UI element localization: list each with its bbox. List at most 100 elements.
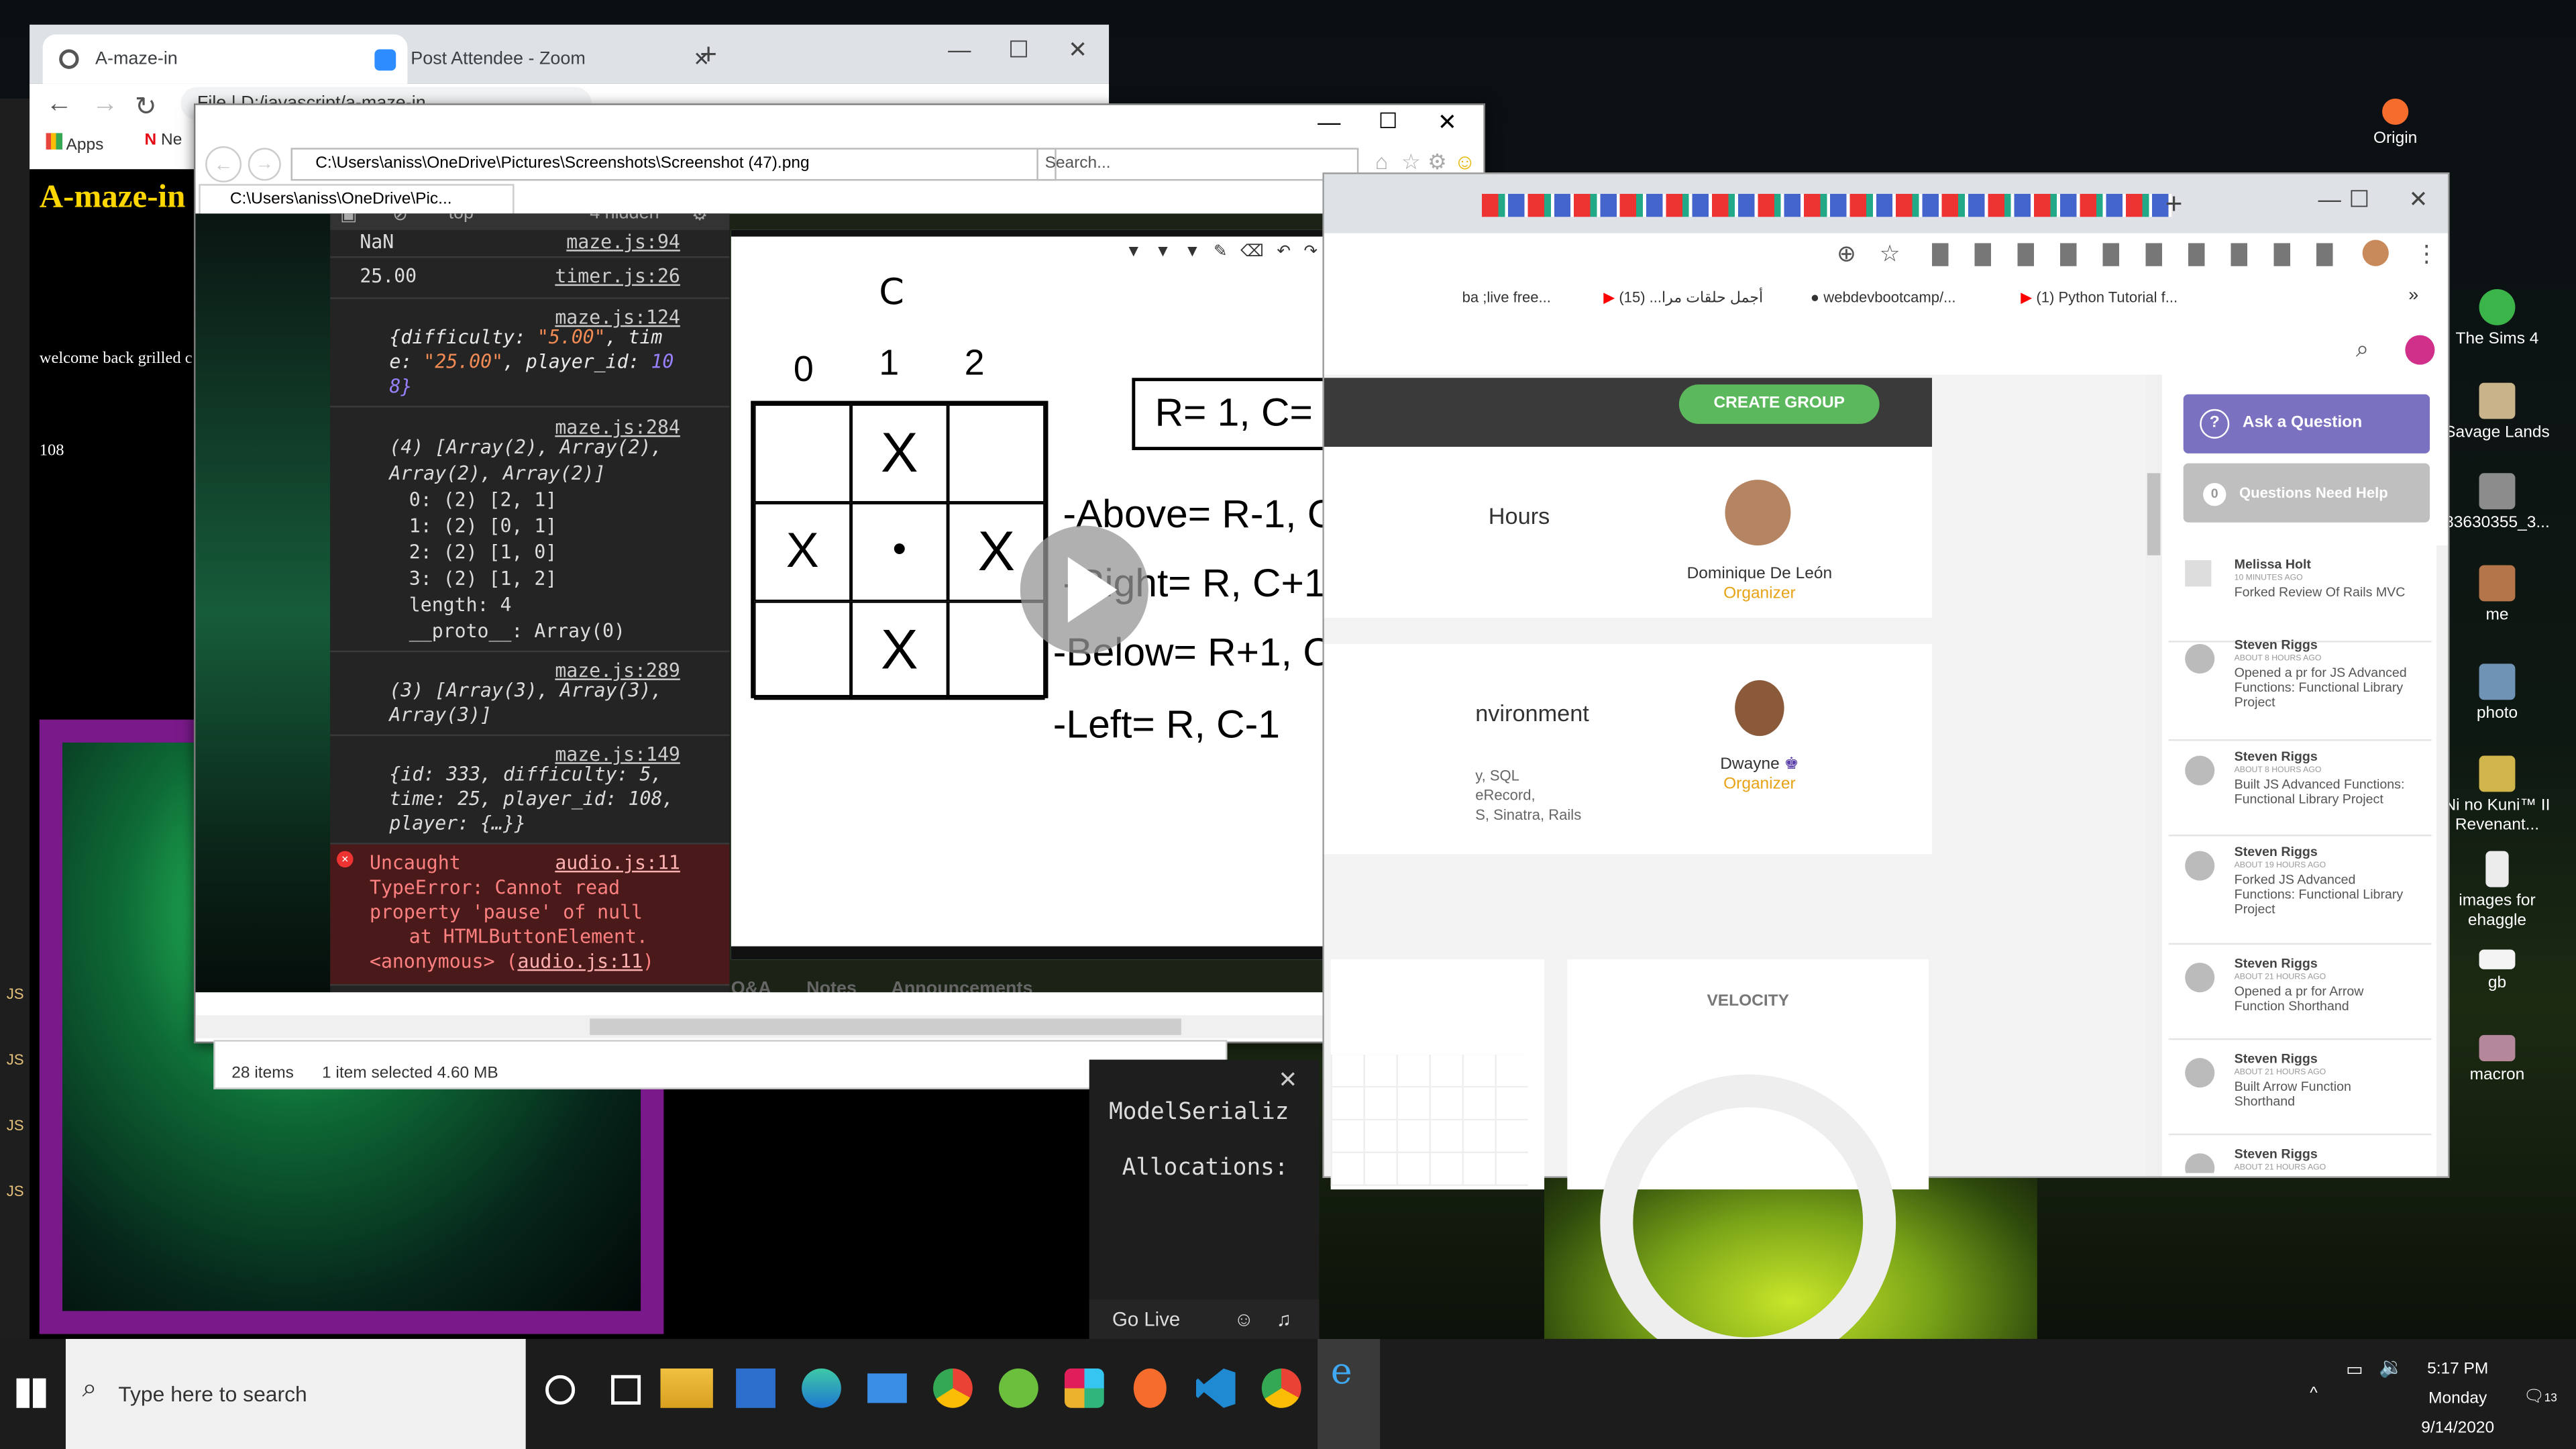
tab-a-maze-in[interactable]: A-maze-in ✕ (42, 34, 408, 84)
bookmark-netflix[interactable]: N Ne (145, 131, 182, 150)
chrome-icon[interactable] (1261, 1368, 1301, 1408)
array-item[interactable]: 1: (2) [0, 1] (360, 513, 719, 539)
back-icon[interactable]: ← (46, 91, 72, 120)
activity-item[interactable]: Steven Riggs ABOUT 19 HOURS AGO Forked J… (2168, 838, 2432, 945)
taskbar-search[interactable]: ⌕ Type here to search (65, 1338, 526, 1449)
zoom-icon[interactable]: ⊕ (1837, 240, 1856, 268)
activity-item[interactable]: Steven Riggs ABOUT 8 HOURS AGO Opened a … (2168, 631, 2432, 741)
smiley-feedback-icon[interactable]: ☺ (1454, 150, 1476, 174)
organizer-name[interactable]: Dominique De León (1653, 565, 1866, 583)
array-item[interactable]: 3: (2) [1, 2] (360, 565, 719, 591)
console-error[interactable]: ✕ Uncaught audio.js:11 TypeError: Cannot… (330, 844, 730, 986)
chrome-icon[interactable] (933, 1368, 973, 1408)
activity-item[interactable]: Steven Riggs ABOUT 21 HOURS AGO Opened a… (2168, 950, 2432, 1040)
source-link[interactable]: maze.js:124 (555, 306, 680, 329)
account-icon[interactable]: ☺ (1234, 1299, 1254, 1339)
console-settings-icon[interactable]: ⚙ (692, 213, 708, 225)
organizer-name[interactable]: Dwayne ♚ (1653, 756, 1866, 774)
menu-icon[interactable]: ⋮ (2415, 240, 2438, 268)
vscode-icon[interactable] (1195, 1368, 1236, 1408)
desktop-icon-gb[interactable]: gb (2440, 949, 2555, 994)
sidebar-scrollbar[interactable] (2436, 545, 2449, 1177)
source-link[interactable]: maze.js:284 (555, 414, 680, 440)
volume-icon[interactable]: 🔉 (2379, 1355, 2404, 1378)
bell-icon[interactable]: ♫ (1277, 1299, 1291, 1339)
study-group-card[interactable]: nvironment y, SQL eRecord, S, Sinatra, R… (1324, 644, 1933, 855)
close-window-button[interactable]: ✕ (2389, 174, 2448, 223)
profile-avatar[interactable] (2362, 239, 2389, 266)
avatar[interactable] (2405, 335, 2435, 365)
store-icon[interactable] (736, 1368, 775, 1408)
context-select[interactable]: top (449, 213, 474, 223)
desktop-icon-macron[interactable]: macron (2440, 1034, 2555, 1086)
desktop-icon-image-file[interactable]: 83630355_3... (2440, 473, 2555, 534)
clear-console-icon[interactable]: ⊘ (392, 213, 408, 225)
desktop-icon-sims[interactable]: The Sims 4 (2440, 289, 2555, 350)
source-link[interactable]: timer.js:26 (555, 264, 680, 287)
utorrent-icon[interactable] (998, 1368, 1038, 1408)
new-tab-button[interactable]: + (2165, 187, 2183, 221)
bookmark-item[interactable]: ● webdevbootcamp/... (1811, 289, 1956, 305)
show-hidden-icons[interactable]: ^ (2310, 1385, 2318, 1403)
ie-tab[interactable]: C:\Users\aniss\OneDrive\Pic... (199, 184, 515, 217)
study-group-card[interactable]: Hours Dominique De León Organizer (1324, 447, 1933, 618)
desktop-icon-origin[interactable]: Origin (2338, 98, 2453, 150)
bookmarks-overflow-icon[interactable]: » (2408, 286, 2418, 305)
mail-icon[interactable] (867, 1373, 907, 1403)
origin-taskbar-icon[interactable] (1133, 1368, 1167, 1408)
new-tab-button[interactable]: + (700, 38, 717, 72)
horizontal-scrollbar[interactable] (195, 1015, 1461, 1038)
questions-need-help-button[interactable]: 0 Questions Need Help (2183, 463, 2430, 523)
desktop-icon-me[interactable]: me (2440, 565, 2555, 626)
cortana-icon[interactable] (545, 1375, 576, 1405)
task-view-icon[interactable] (611, 1375, 641, 1405)
console-log-array-4[interactable]: maze.js:284 (4) [Array(2), Array(2), Arr… (330, 407, 730, 653)
file-explorer-icon[interactable] (660, 1368, 713, 1408)
edge-icon[interactable] (802, 1368, 841, 1408)
maximize-button[interactable]: ☐ (2330, 174, 2389, 223)
array-item[interactable]: 2: (2) [1, 0] (360, 539, 719, 565)
tab-zoom[interactable]: Post Attendee - Zoom ✕ (358, 34, 723, 83)
go-live-button[interactable]: Go Live (1089, 1307, 1180, 1330)
activity-item[interactable]: Melissa Holt 10 MINUTES AGO Forked Revie… (2168, 550, 2432, 643)
pinned-tabs[interactable] (1481, 193, 2172, 217)
desktop-icon-photo[interactable]: photo (2440, 663, 2555, 724)
bookmark-star-icon[interactable]: ☆ (1880, 240, 1900, 268)
main-scrollbar[interactable] (2145, 374, 2162, 1177)
close-window-button[interactable]: ✕ (1438, 109, 1457, 137)
network-icon[interactable]: ▭ (2346, 1358, 2363, 1380)
minimize-button[interactable]: — (930, 25, 989, 74)
desktop-icon-savage-lands[interactable]: Savage Lands (2440, 382, 2555, 444)
address-bar[interactable]: C:\Users\aniss\OneDrive\Pictures\Screens… (290, 148, 1057, 181)
source-link[interactable]: maze.js:289 (555, 659, 680, 684)
forward-icon[interactable]: → (92, 91, 118, 120)
source-link[interactable]: audio.js:11 (555, 851, 680, 876)
console-log-array-3[interactable]: maze.js:289 (3) [Array(3), Array(3), Arr… (330, 652, 730, 737)
bookmark-apps[interactable]: Apps (46, 133, 103, 154)
clock[interactable]: 5:17 PM Monday 9/14/2020 (2415, 1355, 2500, 1444)
scrollbar-thumb[interactable] (590, 1018, 1181, 1035)
activity-item[interactable]: Steven Riggs ABOUT 21 HOURS AGO (2169, 1140, 2432, 1173)
desktop-icon-images-ehaggle[interactable]: images for ehaggle (2440, 851, 2555, 932)
array-proto[interactable]: __proto__: Array(0) (360, 618, 719, 644)
activity-item[interactable]: Steven Riggs ABOUT 8 HOURS AGO Built JS … (2168, 743, 2432, 837)
windows-start-icon[interactable] (16, 1378, 46, 1408)
maximize-button[interactable]: ☐ (1379, 109, 1398, 135)
close-icon[interactable]: ✕ (1278, 1066, 1297, 1094)
home-icon[interactable]: ⌂ (1375, 150, 1388, 174)
scrollbar-thumb[interactable] (2147, 473, 2161, 555)
play-button[interactable] (1020, 525, 1148, 654)
source-link[interactable]: maze.js:149 (555, 743, 680, 767)
extension-icons[interactable] (1932, 243, 2359, 266)
back-icon[interactable]: ← (205, 146, 242, 182)
search-icon[interactable]: ⌕ (2356, 335, 2369, 364)
activity-item[interactable]: Steven Riggs ABOUT 21 HOURS AGO Built Ar… (2168, 1045, 2432, 1136)
search-input[interactable]: Search... (1036, 148, 1359, 181)
console-log-object-2[interactable]: maze.js:149 {id: 333, difficulty: 5, tim… (330, 736, 730, 845)
ie-taskbar-button[interactable]: e (1318, 1338, 1381, 1449)
ask-question-button[interactable]: ? Ask a Question (2183, 394, 2430, 453)
reload-icon[interactable]: ↻ (135, 91, 157, 123)
maximize-button[interactable]: ☐ (989, 25, 1048, 74)
source-link[interactable]: maze.js:94 (566, 230, 680, 253)
console-log-object-1[interactable]: maze.js:124 {difficulty: "5.00", tim e: … (330, 299, 730, 408)
